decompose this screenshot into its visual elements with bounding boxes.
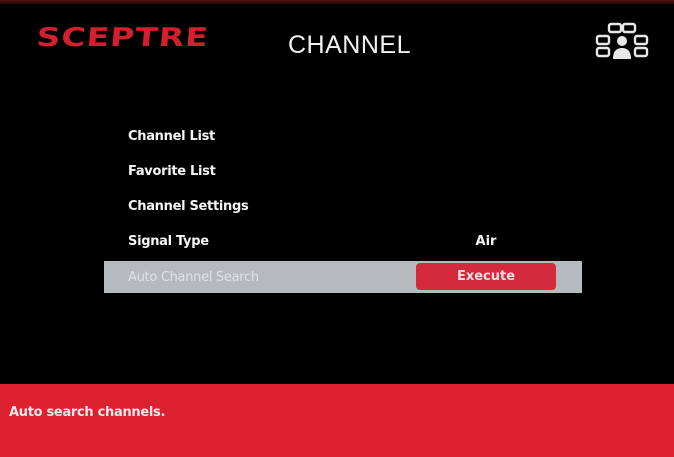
- help-text: Auto search channels.: [9, 405, 166, 420]
- menu-item-label: Channel Settings: [128, 199, 249, 214]
- tv-menu-screen: SCEPTRE CHANNEL Channel List Favorite Li…: [0, 0, 674, 457]
- menu-item-signal-type[interactable]: Signal Type Air: [104, 224, 582, 259]
- menu-item-channel-list[interactable]: Channel List: [104, 119, 582, 154]
- channel-network-icon: [592, 22, 652, 62]
- menu-item-label: Favorite List: [128, 164, 216, 179]
- channel-menu: Channel List Favorite List Channel Setti…: [104, 119, 582, 293]
- signal-type-value[interactable]: Air: [416, 234, 556, 249]
- menu-item-auto-channel-search[interactable]: Auto Channel Search Execute: [104, 261, 582, 293]
- page-title: CHANNEL: [288, 31, 411, 59]
- menu-item-label: Channel List: [128, 129, 215, 144]
- menu-item-channel-settings[interactable]: Channel Settings: [104, 189, 582, 224]
- sceptre-logo: SCEPTRE: [35, 22, 211, 53]
- menu-item-label: Signal Type: [128, 234, 209, 249]
- bezel-edge: [0, 0, 674, 4]
- menu-item-favorite-list[interactable]: Favorite List: [104, 154, 582, 189]
- help-bar: Auto search channels.: [0, 384, 674, 457]
- menu-item-label: Auto Channel Search: [128, 269, 259, 285]
- execute-button[interactable]: Execute: [416, 263, 556, 290]
